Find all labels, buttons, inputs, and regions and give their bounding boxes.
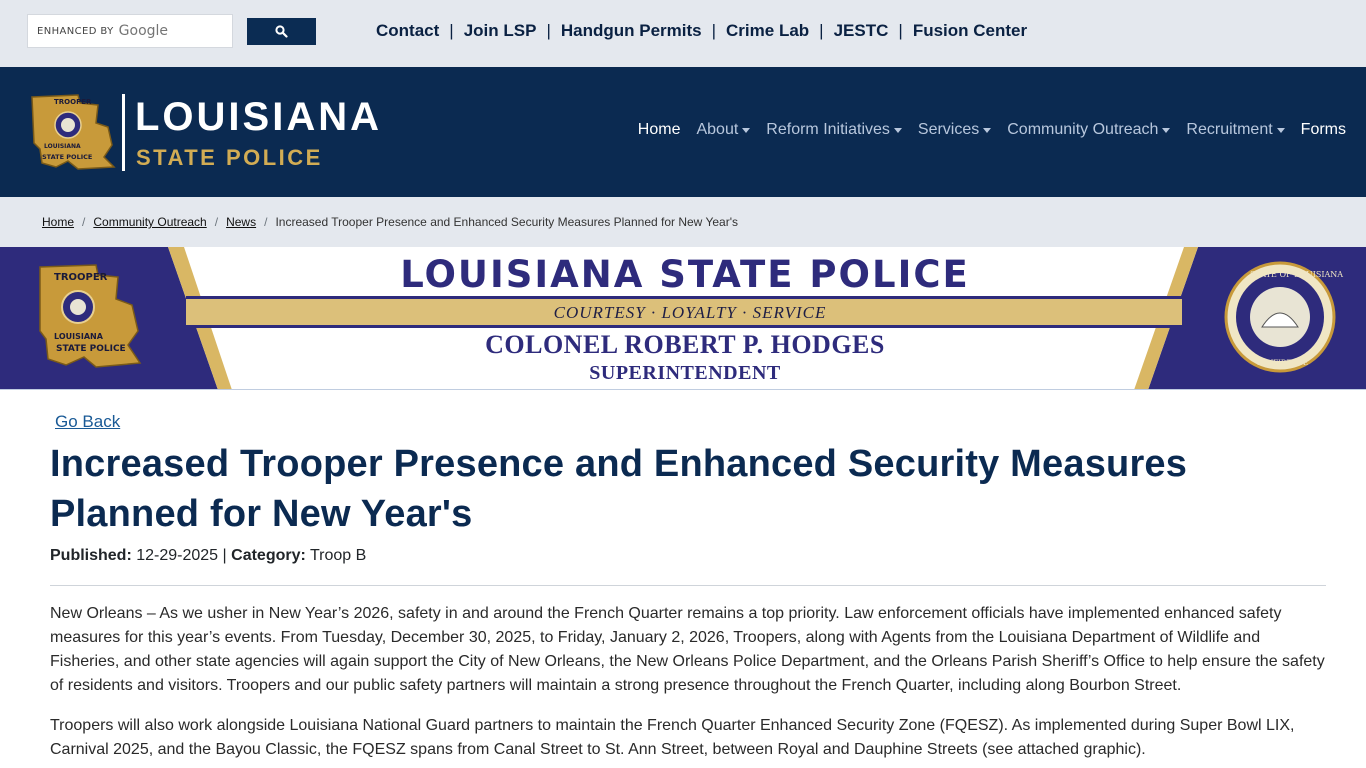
link-jestc[interactable]: JESTC	[834, 21, 889, 41]
breadcrumb-current: Increased Trooper Presence and Enhanced …	[275, 215, 738, 229]
enhanced-by-label: ENHANCED BY	[37, 25, 114, 37]
nav-label: About	[696, 121, 739, 138]
link-contact[interactable]: Contact	[376, 21, 439, 41]
breadcrumb-separator: /	[214, 215, 219, 229]
nav-label: Recruitment	[1186, 121, 1273, 138]
svg-text:STATE POLICE: STATE POLICE	[56, 344, 126, 354]
article-content: Go Back Increased Trooper Presence and E…	[0, 390, 1366, 762]
nav-recruitment[interactable]: Recruitment	[1186, 121, 1285, 139]
logo-title[interactable]: LOUISIANA	[135, 95, 382, 139]
breadcrumb: Home / Community Outreach / News / Incre…	[0, 197, 1366, 247]
nav-label: Forms	[1300, 121, 1346, 138]
nav-label: Reform Initiatives	[766, 121, 890, 138]
banner-motto: COURTESY · LOYALTY · SERVICE	[553, 303, 827, 322]
svg-text:LOUISIANA: LOUISIANA	[54, 332, 104, 341]
nav-reform-initiatives[interactable]: Reform Initiatives	[766, 121, 902, 139]
published-label: Published:	[50, 547, 132, 564]
article-paragraph: New Orleans – As we usher in New Year’s …	[50, 605, 1325, 694]
nav-forms[interactable]: Forms	[1301, 121, 1346, 139]
search-input[interactable]: ENHANCED BY Google	[27, 14, 233, 48]
banner-title: LOUISIANA STATE POLICE	[400, 253, 970, 296]
banner-superintendent: SUPERINTENDENT	[589, 362, 781, 384]
search-icon	[275, 25, 288, 38]
utility-links: Contact | Join LSP | Handgun Permits | C…	[376, 21, 1027, 41]
category-value: Troop B	[309, 547, 367, 564]
nav-home[interactable]: Home	[638, 121, 681, 139]
meta-separator: |	[222, 547, 227, 564]
link-crime-lab[interactable]: Crime Lab	[726, 21, 809, 41]
trooper-badge-logo[interactable]: TROOPER LOUISIANA STATE POLICE	[28, 93, 116, 171]
article-paragraph: Troopers will also work alongside Louisi…	[50, 717, 1295, 758]
breadcrumb-community-outreach[interactable]: Community Outreach	[93, 215, 206, 229]
separator: |	[819, 21, 824, 40]
published-date: 12-29-2025	[136, 547, 219, 564]
logo-divider	[122, 94, 125, 171]
caret-down-icon	[983, 127, 992, 133]
category-label: Category:	[231, 547, 306, 564]
breadcrumb-separator: /	[264, 215, 268, 229]
breadcrumb-news[interactable]: News	[226, 215, 256, 229]
divider	[50, 585, 1326, 586]
link-fusion-center[interactable]: Fusion Center	[913, 21, 1027, 41]
caret-down-icon	[1276, 127, 1285, 133]
svg-text:TROOPER: TROOPER	[54, 272, 108, 283]
nav-label: Community Outreach	[1007, 121, 1159, 138]
article-title: Increased Trooper Presence and Enhanced …	[50, 443, 1188, 535]
svg-text:STATE POLICE: STATE POLICE	[42, 153, 92, 161]
logo-subtitle[interactable]: STATE POLICE	[136, 145, 323, 171]
svg-text:STATE OF LOUISIANA: STATE OF LOUISIANA	[1250, 270, 1343, 279]
breadcrumb-home[interactable]: Home	[42, 215, 74, 229]
superintendent-banner: TROOPER LOUISIANA STATE POLICE STATE OF …	[0, 247, 1366, 390]
breadcrumb-separator: /	[82, 215, 86, 229]
article-meta: Published: 12-29-2025 | Category: Troop …	[50, 546, 1326, 566]
caret-down-icon	[893, 127, 902, 133]
svg-text:LOUISIANA: LOUISIANA	[44, 143, 81, 150]
nav-community-outreach[interactable]: Community Outreach	[1007, 121, 1171, 139]
separator: |	[546, 21, 551, 40]
main-navbar: TROOPER LOUISIANA STATE POLICE LOUISIANA…	[0, 67, 1366, 197]
link-handgun-permits[interactable]: Handgun Permits	[561, 21, 702, 41]
nav-about[interactable]: About	[696, 121, 751, 139]
separator: |	[898, 21, 903, 40]
svg-text:TROOPER: TROOPER	[54, 98, 92, 106]
nav-label: Services	[917, 121, 980, 138]
go-back-link[interactable]: Go Back	[55, 411, 120, 433]
svg-text:CONFIDENCE: CONFIDENCE	[1256, 359, 1308, 367]
utility-bar: ENHANCED BY Google Contact | Join LSP | …	[0, 0, 1366, 67]
google-label: Google	[118, 23, 169, 39]
banner-colonel-name: COLONEL ROBERT P. HODGES	[485, 330, 885, 359]
nav-services[interactable]: Services	[917, 121, 992, 139]
nav-label: Home	[637, 121, 681, 138]
search-button[interactable]	[247, 18, 316, 45]
link-join-lsp[interactable]: Join LSP	[464, 21, 537, 41]
separator: |	[449, 21, 454, 40]
separator: |	[711, 21, 717, 40]
caret-down-icon	[1162, 127, 1171, 133]
nav-menu: Home About Reform Initiatives Services C…	[622, 121, 1346, 139]
caret-down-icon	[742, 127, 751, 133]
